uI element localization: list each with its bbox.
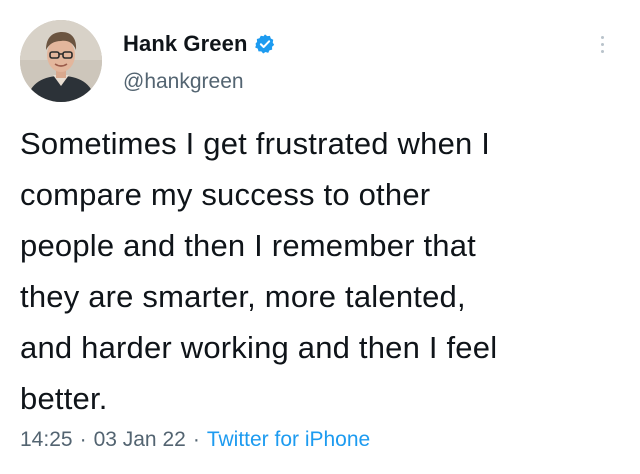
tweet-meta: 14:25 · 03 Jan 22 · Twitter for iPhone bbox=[20, 428, 370, 452]
author-handle[interactable]: @hankgreen bbox=[123, 70, 244, 94]
author-name-row[interactable]: Hank Green bbox=[123, 29, 276, 59]
tweet-card: Hank Green @hankgreen Sometimes I get fr… bbox=[0, 0, 640, 474]
verified-badge-icon bbox=[254, 33, 276, 55]
tweet-time[interactable]: 14:25 bbox=[20, 428, 73, 452]
profile-photo bbox=[20, 20, 102, 102]
tweet-text: Sometimes I get frustrated when I compar… bbox=[20, 126, 498, 416]
tweet-source-link[interactable]: Twitter for iPhone bbox=[207, 428, 370, 452]
more-options-icon[interactable] bbox=[598, 36, 606, 58]
meta-separator: · bbox=[79, 428, 87, 451]
tweet-date[interactable]: 03 Jan 22 bbox=[94, 428, 186, 452]
author-display-name[interactable]: Hank Green bbox=[123, 31, 248, 57]
avatar[interactable] bbox=[20, 20, 102, 102]
meta-separator: · bbox=[192, 428, 200, 451]
